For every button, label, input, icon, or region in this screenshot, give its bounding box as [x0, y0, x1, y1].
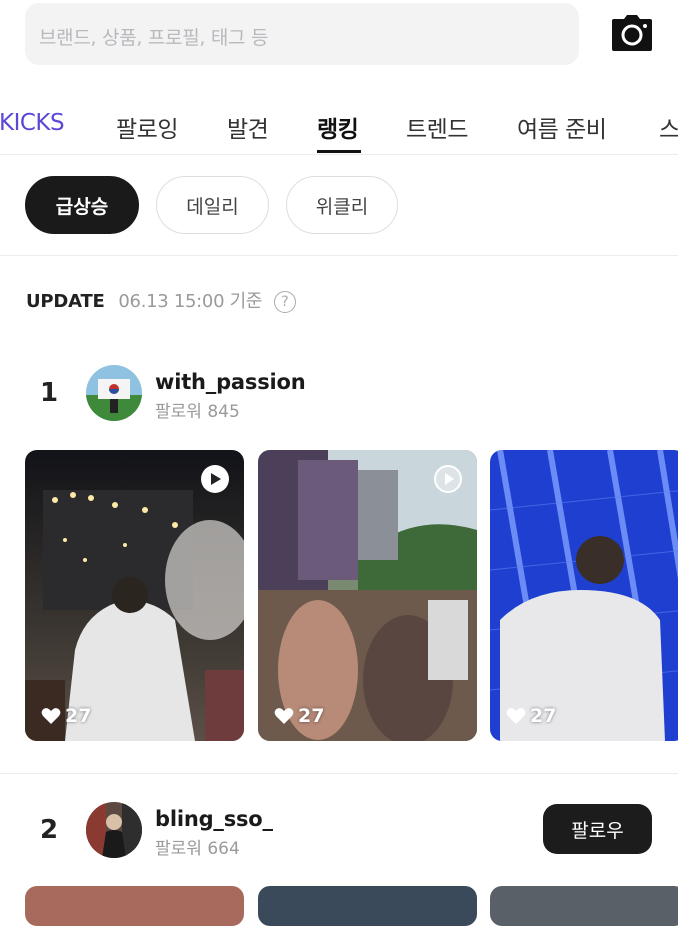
help-icon[interactable]: ?	[273, 291, 296, 313]
post-thumbnail[interactable]	[490, 886, 678, 926]
tab-trend[interactable]: 트렌드	[406, 110, 468, 144]
play-icon	[434, 465, 462, 493]
rank-number: 1	[40, 378, 59, 408]
update-label: UPDATE	[26, 291, 105, 312]
filter-rising[interactable]: 급상승	[25, 176, 139, 234]
post-thumbnail[interactable]: 27	[258, 450, 477, 741]
like-count-value: 27	[65, 705, 92, 727]
rank-number: 2	[40, 815, 59, 845]
active-tab-indicator	[317, 150, 361, 153]
tab-ranking[interactable]: 랭킹	[317, 110, 359, 144]
like-count-value: 27	[298, 705, 325, 727]
like-count: 27	[41, 705, 91, 727]
tab-summer-prep[interactable]: 여름 준비	[517, 110, 607, 144]
username[interactable]: bling_sso_	[155, 807, 273, 831]
post-thumbnail[interactable]: 27	[25, 450, 244, 741]
post-thumbnail[interactable]	[258, 886, 477, 926]
like-count: 27	[506, 705, 556, 727]
username[interactable]: with_passion	[155, 370, 306, 394]
search-placeholder: 브랜드, 상품, 프로필, 태그 등	[39, 27, 269, 49]
camera-icon[interactable]	[612, 15, 652, 51]
avatar[interactable]	[86, 365, 142, 421]
follow-button[interactable]: 팔로우	[543, 804, 652, 854]
like-count: 27	[274, 705, 324, 727]
heart-icon	[41, 708, 61, 724]
post-thumbnail[interactable]	[25, 886, 244, 926]
tab-kicks[interactable]: KICKS	[0, 110, 65, 136]
heart-icon	[274, 708, 294, 724]
filter-daily[interactable]: 데일리	[156, 176, 269, 234]
follower-count: 팔로워 664	[155, 839, 240, 859]
like-count-value: 27	[530, 705, 557, 727]
play-icon	[201, 465, 229, 493]
heart-icon	[506, 708, 526, 724]
post-thumbnail[interactable]: 27	[490, 450, 678, 741]
update-time: 06.13 15:00 기준	[118, 291, 263, 312]
filter-weekly[interactable]: 위클리	[286, 176, 398, 234]
search-bar[interactable]: 브랜드, 상품, 프로필, 태그 등	[25, 3, 579, 65]
tab-partial[interactable]: 스	[659, 110, 678, 144]
avatar[interactable]	[86, 802, 142, 858]
follower-count: 팔로워 845	[155, 402, 240, 422]
tab-discover[interactable]: 발견	[227, 110, 269, 144]
tab-following[interactable]: 팔로잉	[116, 110, 178, 144]
section-divider	[0, 773, 678, 774]
update-info: UPDATE 06.13 15:00 기준 ?	[26, 287, 296, 313]
section-divider	[0, 255, 678, 256]
tab-bar: KICKS 팔로잉 발견 랭킹 트렌드 여름 준비 스	[0, 96, 678, 155]
